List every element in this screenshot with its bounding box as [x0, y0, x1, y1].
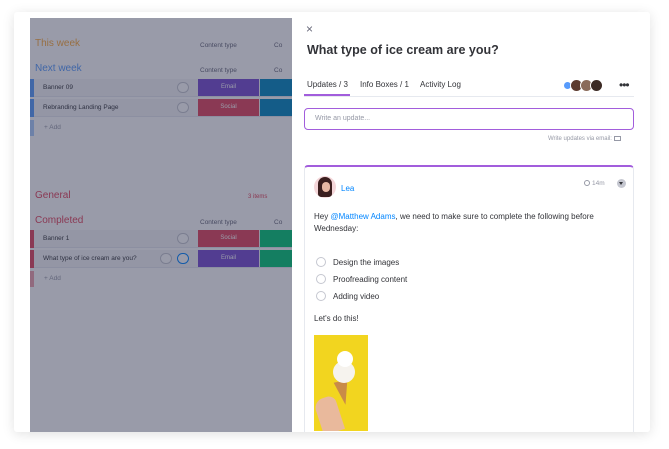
- close-icon[interactable]: ×: [306, 22, 313, 36]
- item-name[interactable]: Banner 1: [43, 235, 69, 242]
- avatar: [590, 79, 603, 92]
- table-row[interactable]: What type of ice cream are you? Email: [30, 250, 307, 268]
- mail-icon: [613, 136, 621, 141]
- add-item-label[interactable]: + Add: [44, 124, 61, 131]
- post-timestamp: 14m: [584, 180, 605, 187]
- post-closing-text: Let's do this!: [314, 314, 359, 323]
- group-color-bar: [30, 271, 34, 287]
- group-color-bar: [30, 230, 34, 248]
- status-cell[interactable]: Social: [198, 99, 259, 116]
- group-title-general[interactable]: General: [35, 190, 71, 201]
- updates-bubble-icon[interactable]: [177, 82, 189, 93]
- avatar[interactable]: [314, 176, 336, 198]
- update-post: Lea 14m Hey @Matthew Adams, we need to m…: [304, 165, 634, 432]
- tab-updates[interactable]: Updates / 3: [307, 80, 348, 89]
- post-menu-icon[interactable]: [617, 179, 626, 188]
- clock-icon: [584, 180, 590, 186]
- post-time: 14m: [592, 180, 605, 187]
- item-detail-panel: × What type of ice cream are you? Update…: [292, 12, 650, 432]
- status-cell[interactable]: Social: [198, 230, 259, 247]
- add-item-row[interactable]: + Add: [30, 120, 307, 136]
- check-circle-icon[interactable]: [160, 253, 172, 264]
- board: This week Content type Co Next week Cont…: [30, 18, 307, 432]
- group-color-bar: [30, 250, 34, 268]
- subscribers-avatars[interactable]: [563, 79, 607, 93]
- table-row[interactable]: Rebranding Landing Page Social: [30, 99, 307, 117]
- group-title-completed[interactable]: Completed: [35, 215, 83, 226]
- checkbox-circle-icon[interactable]: [316, 257, 326, 267]
- app-window: This week Content type Co Next week Cont…: [14, 12, 650, 432]
- add-item-label[interactable]: + Add: [44, 275, 61, 282]
- item-name[interactable]: Rebranding Landing Page: [43, 104, 119, 111]
- checklist-item-label: Design the images: [333, 258, 400, 267]
- table-row[interactable]: Banner 1 Social: [30, 230, 307, 248]
- updates-bubble-icon[interactable]: [177, 233, 189, 244]
- post-body: Hey @Matthew Adams, we need to make sure…: [314, 211, 624, 235]
- column-header-content-type: Content type: [200, 67, 237, 74]
- tab-info-boxes[interactable]: Info Boxes / 1: [360, 80, 409, 89]
- column-header-truncated: Co: [274, 219, 283, 226]
- updates-bubble-icon[interactable]: [177, 253, 189, 264]
- updates-bubble-icon[interactable]: [177, 102, 189, 113]
- group-color-bar: [30, 79, 34, 97]
- group-color-bar: [30, 120, 34, 136]
- post-author[interactable]: Lea: [341, 184, 354, 193]
- group-title-next-week[interactable]: Next week: [35, 63, 82, 74]
- update-input[interactable]: Write an update...: [304, 108, 634, 130]
- column-header-content-type: Content type: [200, 42, 237, 49]
- updates-via-email-link[interactable]: Write updates via email:: [548, 136, 621, 142]
- group-title-this-week[interactable]: This week: [35, 38, 80, 49]
- column-header-truncated: Co: [274, 67, 283, 74]
- mention-link[interactable]: @Matthew Adams: [330, 212, 395, 221]
- update-input-placeholder: Write an update...: [315, 115, 371, 122]
- status-cell[interactable]: Email: [198, 250, 259, 267]
- group-color-bar: [30, 99, 34, 117]
- more-options-icon[interactable]: •••: [619, 78, 630, 92]
- divider: [304, 96, 634, 97]
- post-text: Hey: [314, 212, 331, 221]
- item-name[interactable]: What type of ice cream are you?: [43, 255, 137, 262]
- status-cell[interactable]: Email: [198, 79, 259, 96]
- checkbox-circle-icon[interactable]: [316, 291, 326, 301]
- checkbox-circle-icon[interactable]: [316, 274, 326, 284]
- add-item-row[interactable]: + Add: [30, 271, 307, 287]
- checklist-item-label: Adding video: [333, 292, 380, 301]
- page-title[interactable]: What type of ice cream are you?: [307, 43, 499, 57]
- column-header-truncated: Co: [274, 42, 283, 49]
- via-email-label: Write updates via email:: [548, 136, 612, 142]
- table-row[interactable]: Banner 09 Email: [30, 79, 307, 97]
- checklist-item-label: Proofreading content: [333, 275, 408, 284]
- group-item-count: 3 items: [248, 194, 268, 200]
- item-name[interactable]: Banner 09: [43, 84, 73, 91]
- ice-cream-image[interactable]: [314, 335, 368, 431]
- tab-activity-log[interactable]: Activity Log: [420, 80, 461, 89]
- column-header-content-type: Content type: [200, 219, 237, 226]
